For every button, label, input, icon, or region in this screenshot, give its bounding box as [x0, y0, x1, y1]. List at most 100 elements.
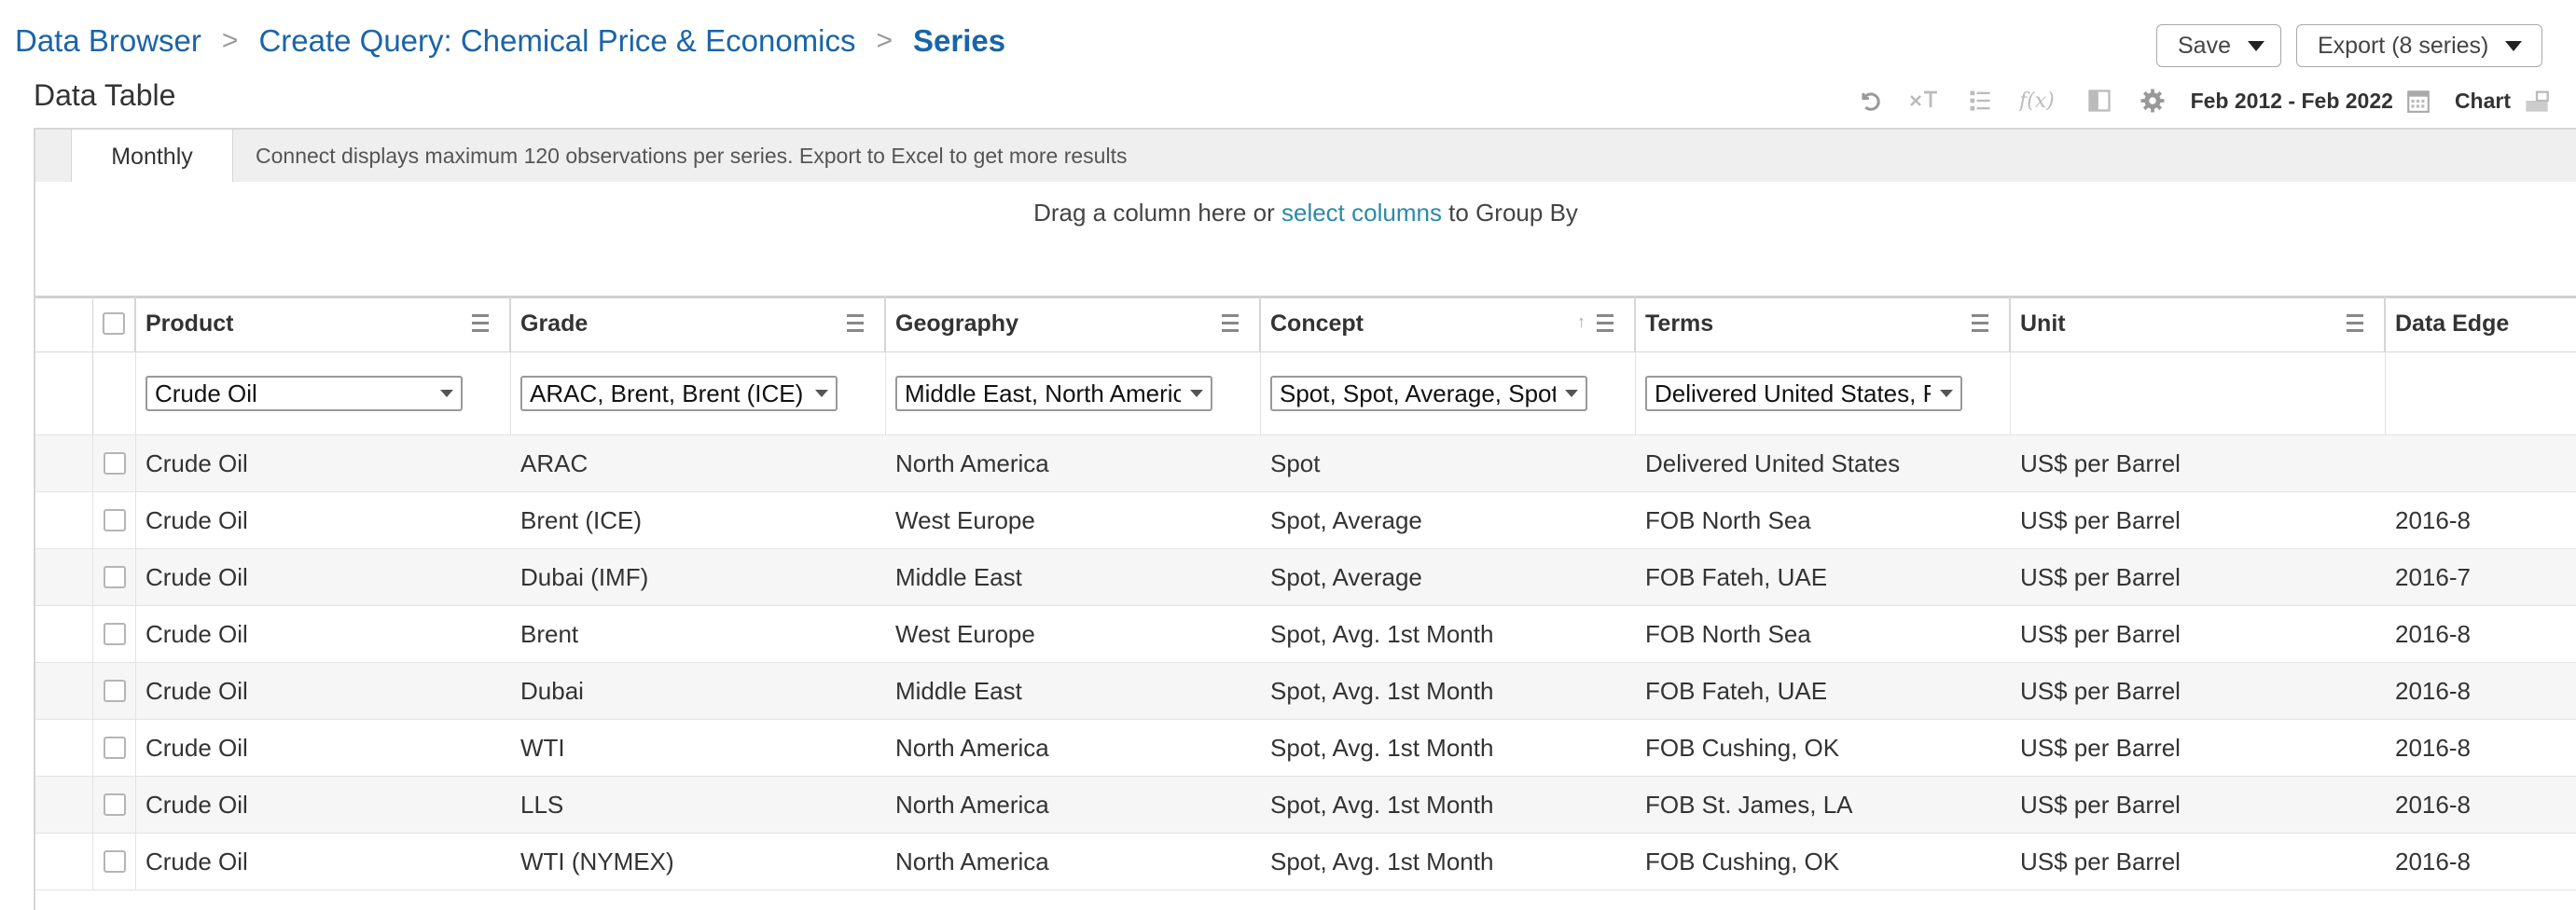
- row-gutter: [35, 777, 93, 833]
- filter-cell-product: Crude Oil: [136, 352, 511, 434]
- filter-cell-data-edge: [2386, 352, 2576, 434]
- column-menu-icon[interactable]: [2347, 314, 2363, 333]
- table-row[interactable]: Crude Oil Brent West Europe Spot, Avg. 1…: [35, 606, 2576, 663]
- cell-data-edge: 2016-8: [2395, 847, 2471, 876]
- cell-geography: Middle East: [895, 676, 1022, 705]
- table-row[interactable]: Crude Oil WTI North America Spot, Avg. 1…: [35, 720, 2576, 777]
- group-by-prefix: Drag a column here or: [1033, 199, 1281, 227]
- column-header-data-edge[interactable]: Data Edge: [2386, 296, 2576, 352]
- select-all-checkbox[interactable]: [103, 312, 125, 335]
- filter-spacer: [93, 352, 136, 434]
- row-checkbox[interactable]: [103, 509, 126, 531]
- cell-product: Crude Oil: [145, 790, 248, 819]
- cell-grade: Brent (ICE): [520, 505, 643, 534]
- cell-unit: US$ per Barrel: [2020, 619, 2181, 648]
- cell-geography: North America: [895, 733, 1049, 762]
- filter-cell-grade: ARAC, Brent, Brent (ICE): [511, 352, 886, 434]
- column-menu-icon[interactable]: [1597, 314, 1613, 333]
- cell-unit: US$ per Barrel: [2020, 448, 2181, 477]
- column-header-terms[interactable]: Terms: [1636, 296, 2011, 352]
- row-checkbox[interactable]: [103, 737, 126, 759]
- filter-value: Spot, Spot, Average, Spot: [1280, 379, 1556, 407]
- cell-terms: FOB St. James, LA: [1645, 790, 1853, 819]
- cell-product: Crude Oil: [145, 676, 248, 705]
- cell-geography: West Europe: [895, 619, 1035, 648]
- svg-text:f(x): f(x): [2019, 90, 2055, 113]
- app-root: Data Browser > Create Query: Chemical Pr…: [0, 0, 2576, 910]
- table-row[interactable]: Crude Oil WTI (NYMEX) North America Spot…: [35, 834, 2576, 890]
- cell-product: Crude Oil: [145, 619, 248, 648]
- gear-icon[interactable]: [2139, 87, 2167, 115]
- column-menu-icon[interactable]: [1222, 314, 1239, 333]
- cell-product: Crude Oil: [145, 448, 248, 477]
- group-by-hint: Drag a column here or select columns to …: [35, 199, 2576, 228]
- geography-filter-select[interactable]: Middle East, North America: [895, 376, 1212, 411]
- column-header-grade[interactable]: Grade: [511, 296, 886, 352]
- column-header-geography[interactable]: Geography: [886, 296, 1261, 352]
- dropdown-arrow-icon: [1940, 390, 1953, 397]
- filter-value: Delivered United States, FOB: [1655, 379, 1931, 407]
- breadcrumb-data-browser[interactable]: Data Browser: [15, 23, 201, 59]
- cell-concept: Spot, Avg. 1st Month: [1270, 790, 1494, 819]
- columns-icon[interactable]: [2086, 88, 2112, 114]
- tab-monthly[interactable]: Monthly: [71, 130, 233, 184]
- column-menu-icon[interactable]: [847, 314, 864, 333]
- cell-data-edge: 2016-8: [2395, 733, 2471, 762]
- breadcrumb-create-query[interactable]: Create Query: Chemical Price & Economics: [258, 23, 855, 59]
- calendar-icon[interactable]: [2406, 88, 2431, 114]
- dropdown-arrow-icon: [440, 390, 453, 397]
- column-header-product[interactable]: Product: [136, 296, 511, 352]
- breadcrumb-separator: >: [876, 25, 893, 56]
- row-checkbox[interactable]: [103, 623, 126, 645]
- undo-icon[interactable]: [1857, 88, 1883, 114]
- cell-grade: WTI (NYMEX): [520, 847, 674, 876]
- save-button[interactable]: Save: [2156, 24, 2281, 67]
- select-all-cell: [93, 296, 136, 352]
- column-header-concept[interactable]: Concept ↑: [1261, 296, 1636, 352]
- table-row[interactable]: Crude Oil LLS North America Spot, Avg. 1…: [35, 777, 2576, 834]
- concept-filter-select[interactable]: Spot, Spot, Average, Spot: [1270, 376, 1587, 411]
- select-columns-link[interactable]: select columns: [1281, 199, 1442, 227]
- grade-filter-select[interactable]: ARAC, Brent, Brent (ICE): [520, 376, 838, 411]
- row-checkbox[interactable]: [103, 566, 126, 588]
- column-title: Data Edge: [2395, 310, 2510, 337]
- filter-value: Middle East, North America: [905, 379, 1181, 407]
- column-menu-icon[interactable]: [1972, 314, 1988, 333]
- cell-concept: Spot, Average: [1270, 505, 1422, 534]
- row-select-cell: [93, 549, 136, 605]
- group-by-panel[interactable]: Drag a column here or select columns to …: [35, 182, 2576, 298]
- cell-terms: FOB North Sea: [1645, 619, 1811, 648]
- row-checkbox[interactable]: [103, 680, 126, 702]
- row-checkbox[interactable]: [103, 452, 126, 475]
- export-button[interactable]: Export (8 series): [2296, 24, 2542, 67]
- cell-geography: North America: [895, 448, 1049, 477]
- clear-format-icon[interactable]: [1909, 89, 1941, 113]
- column-header-unit[interactable]: Unit: [2011, 296, 2386, 352]
- table-row[interactable]: Crude Oil Dubai Middle East Spot, Avg. 1…: [35, 663, 2576, 720]
- cell-data-edge: [2386, 435, 2576, 491]
- chart-icon[interactable]: [2524, 88, 2550, 114]
- cell-geography: North America: [895, 847, 1049, 876]
- column-menu-icon[interactable]: [472, 314, 489, 333]
- list-icon[interactable]: [1967, 88, 1993, 114]
- series-table: Product Grade Geography Concept ↑ Terms …: [35, 296, 2576, 890]
- filter-cell-unit: [2011, 352, 2386, 434]
- table-row[interactable]: Crude Oil Dubai (IMF) Middle East Spot, …: [35, 549, 2576, 606]
- row-checkbox[interactable]: [103, 793, 126, 816]
- row-checkbox[interactable]: [103, 850, 126, 873]
- breadcrumb-separator: >: [221, 25, 239, 56]
- table-row[interactable]: Crude Oil Brent (ICE) West Europe Spot, …: [35, 492, 2576, 549]
- sort-ascending-icon[interactable]: ↑: [1577, 312, 1586, 332]
- table-row[interactable]: Crude Oil ARAC North America Spot Delive…: [35, 435, 2576, 492]
- dropdown-arrow-icon: [815, 390, 828, 397]
- product-filter-select[interactable]: Crude Oil: [145, 376, 463, 411]
- row-gutter: [35, 492, 93, 548]
- date-range[interactable]: Feb 2012 - Feb 2022: [2191, 89, 2393, 114]
- tabs-bar: Monthly Connect displays maximum 120 obs…: [35, 130, 2576, 184]
- function-icon[interactable]: f(x): [2019, 87, 2060, 115]
- cell-unit: US$ per Barrel: [2020, 676, 2181, 705]
- caret-down-icon: [2247, 40, 2264, 51]
- column-title: Product: [145, 310, 234, 337]
- chart-toggle-label[interactable]: Chart: [2455, 89, 2511, 114]
- terms-filter-select[interactable]: Delivered United States, FOB: [1645, 376, 1962, 411]
